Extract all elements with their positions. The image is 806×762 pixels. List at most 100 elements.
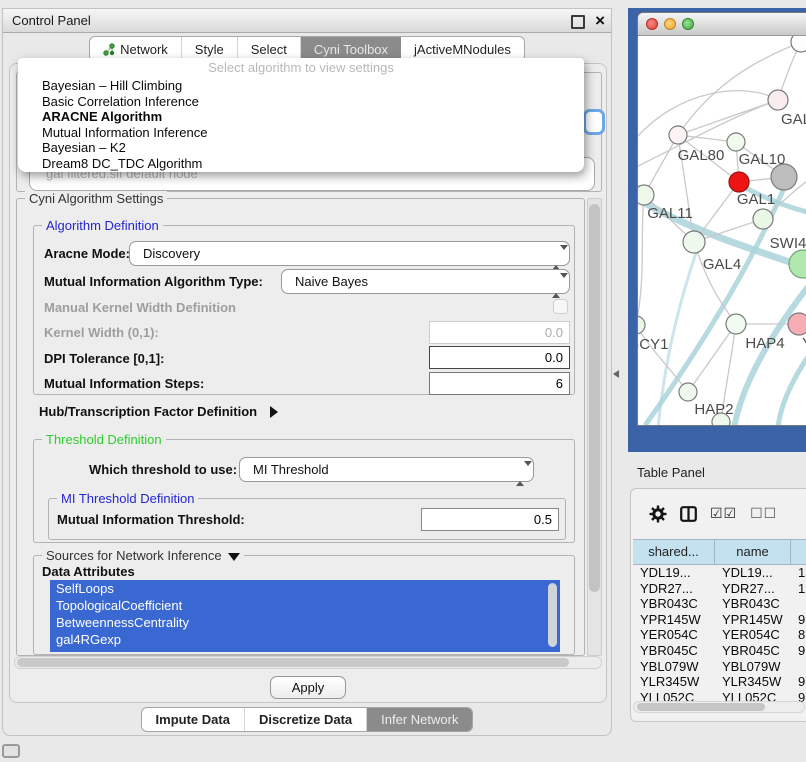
mi-algorithm-type-combo[interactable]: Naive Bayes bbox=[281, 269, 570, 294]
hub-tf-definition-toggle[interactable]: Hub/Transcription Factor Definition bbox=[39, 403, 278, 421]
kernel-width-input[interactable] bbox=[429, 321, 570, 344]
dpi-tolerance-input[interactable] bbox=[429, 346, 570, 369]
data-attributes-list[interactable]: SelfLoopsTopologicalCoefficientBetweenne… bbox=[50, 580, 560, 652]
algorithm-option[interactable]: Basic Correlation Inference bbox=[18, 94, 584, 110]
sources-legend[interactable]: Sources for Network Inference bbox=[42, 548, 244, 563]
algorithm-option[interactable]: Mutual Information Inference bbox=[18, 125, 584, 141]
column-header-col3[interactable] bbox=[791, 540, 806, 564]
minimize-window-icon[interactable] bbox=[664, 18, 676, 30]
table-cell: 9. bbox=[791, 612, 806, 628]
network-edge[interactable] bbox=[734, 288, 806, 426]
cyni-algorithm-settings-legend: Cyni Algorithm Settings bbox=[25, 191, 167, 206]
node-label-SWI4: SWI4 bbox=[770, 235, 806, 252]
node-GAL1[interactable] bbox=[729, 172, 749, 192]
close-panel-icon[interactable]: × bbox=[595, 10, 605, 32]
node-GAL4[interactable] bbox=[683, 231, 705, 253]
table-cell: YLR345W bbox=[633, 674, 715, 690]
table-row[interactable]: YER054CYER054C8. bbox=[633, 627, 806, 643]
bottom-tab-impute-data[interactable]: Impute Data bbox=[142, 708, 245, 731]
network-edge[interactable] bbox=[778, 358, 806, 426]
float-panel-icon[interactable] bbox=[571, 15, 585, 29]
table-panel: ☑☑ ☐☐ shared...name YDL19...YDL19...13YD… bbox=[630, 488, 806, 722]
table-row[interactable]: YBL079WYBL079W bbox=[633, 659, 806, 675]
gear-icon[interactable] bbox=[649, 505, 667, 523]
dock-panel-icon[interactable] bbox=[2, 744, 20, 758]
unchecked-boxes-icon[interactable]: ☐☐ bbox=[750, 506, 777, 522]
mi-threshold-input[interactable] bbox=[421, 508, 559, 531]
table-row[interactable]: YPR145WYPR145W9. bbox=[633, 612, 806, 628]
checked-boxes-icon[interactable]: ☑☑ bbox=[710, 506, 737, 522]
algorithm-option[interactable]: Dream8 DC_TDC Algorithm bbox=[18, 156, 584, 172]
algorithm-popup-placeholder: Select algorithm to view settings bbox=[18, 58, 584, 78]
zoom-window-icon[interactable] bbox=[682, 18, 694, 30]
attribute-item[interactable]: BetweennessCentrality bbox=[50, 614, 560, 631]
table-row[interactable]: YLR345WYLR345W9. bbox=[633, 674, 806, 690]
attribute-item[interactable]: SelfLoops bbox=[50, 580, 560, 597]
node-GAL80[interactable] bbox=[669, 126, 687, 144]
table-row[interactable]: YDR27...YDR27...12 bbox=[633, 581, 806, 597]
node-GAL11[interactable] bbox=[638, 185, 654, 205]
node-pink-top[interactable] bbox=[768, 90, 788, 110]
network-canvas[interactable]: GALGAL80GAL10GAL1GAL11SWI4GAL4GCY1HAP4YH… bbox=[638, 36, 806, 426]
bottom-tab-bar: Impute DataDiscretize DataInfer Network bbox=[3, 707, 611, 732]
algorithm-option[interactable]: ARACNE Algorithm bbox=[18, 109, 584, 125]
bottom-tab-infer-network[interactable]: Infer Network bbox=[367, 708, 472, 731]
mi-steps-input[interactable] bbox=[429, 372, 570, 395]
algorithm-option[interactable]: Bayesian – K2 bbox=[18, 140, 584, 156]
table-horizontal-scrollbar[interactable] bbox=[633, 701, 805, 713]
settings-vertical-scrollbar[interactable] bbox=[587, 198, 602, 656]
table-row[interactable]: YBR045CYBR045C9. bbox=[633, 643, 806, 659]
control-panel-titlebar[interactable]: Control Panel × bbox=[3, 9, 611, 33]
network-edge[interactable] bbox=[694, 242, 736, 324]
combo-stepper-icon bbox=[516, 462, 525, 485]
table-row[interactable]: YDL19...YDL19...13 bbox=[633, 565, 806, 581]
bottom-tab-discretize-data[interactable]: Discretize Data bbox=[245, 708, 367, 731]
settings-horizontal-scrollbar-thumb[interactable] bbox=[17, 658, 569, 667]
network-edge[interactable] bbox=[638, 91, 778, 136]
node-GCY1[interactable] bbox=[638, 316, 645, 334]
table-cell: YPR145W bbox=[715, 612, 791, 628]
tab-label: Select bbox=[251, 42, 287, 57]
aracne-mode-value: Discovery bbox=[143, 246, 200, 261]
table-cell: YDR27... bbox=[633, 581, 715, 597]
table-horizontal-scrollbar-thumb[interactable] bbox=[637, 703, 765, 711]
settings-vertical-scrollbar-thumb[interactable] bbox=[589, 204, 600, 592]
node-HAP4[interactable] bbox=[726, 314, 746, 334]
settings-horizontal-scrollbar[interactable] bbox=[14, 656, 602, 669]
split-pane-collapse-icon[interactable] bbox=[613, 370, 619, 378]
algorithm-option[interactable]: Bayesian – Hill Climbing bbox=[18, 78, 584, 94]
node-label-Y: Y bbox=[802, 335, 806, 352]
split-columns-icon[interactable] bbox=[680, 506, 697, 522]
attribute-item[interactable]: gal4RGexp bbox=[50, 631, 560, 648]
node-label-HAP4: HAP4 bbox=[745, 335, 784, 352]
node-GAL10[interactable] bbox=[727, 133, 745, 151]
table-cell: YDL19... bbox=[633, 565, 715, 581]
attribute-item[interactable]: TopologicalCoefficient bbox=[50, 597, 560, 614]
tab-label: jActiveMNodules bbox=[414, 42, 511, 57]
column-header-name[interactable]: name bbox=[715, 540, 791, 564]
table-cell: YER054C bbox=[715, 627, 791, 643]
network-edge[interactable] bbox=[638, 195, 644, 325]
aracne-mode-label: Aracne Mode: bbox=[44, 246, 130, 261]
column-header-shared...[interactable]: shared... bbox=[633, 540, 715, 564]
network-edge[interactable] bbox=[688, 324, 736, 392]
node-top[interactable] bbox=[791, 36, 806, 52]
node-pink-right[interactable] bbox=[788, 313, 806, 335]
network-window-titlebar[interactable] bbox=[638, 13, 806, 36]
manual-kernel-width-checkbox[interactable] bbox=[553, 299, 568, 314]
table-body: YDL19...YDL19...13YDR27...YDR27...12YBR0… bbox=[633, 565, 806, 705]
apply-button[interactable]: Apply bbox=[270, 676, 346, 699]
table-cell: 8. bbox=[791, 627, 806, 643]
table-row[interactable]: YBR043CYBR043C bbox=[633, 596, 806, 612]
control-panel: Control Panel × NetworkStyleSelectCyni T… bbox=[2, 8, 612, 736]
which-threshold-label: Which threshold to use: bbox=[89, 462, 237, 477]
which-threshold-combo[interactable]: MI Threshold bbox=[239, 457, 534, 482]
node-green-large[interactable] bbox=[789, 250, 806, 278]
close-window-icon[interactable] bbox=[646, 18, 658, 30]
aracne-mode-combo[interactable]: Discovery bbox=[129, 241, 570, 266]
algorithm-combo-focus-fragment[interactable] bbox=[583, 109, 605, 135]
attributes-list-scrollbar[interactable] bbox=[548, 583, 557, 647]
node-HAP2[interactable] bbox=[679, 383, 697, 401]
node-SWI4[interactable] bbox=[753, 209, 773, 229]
table-cell: 12 bbox=[791, 581, 806, 597]
